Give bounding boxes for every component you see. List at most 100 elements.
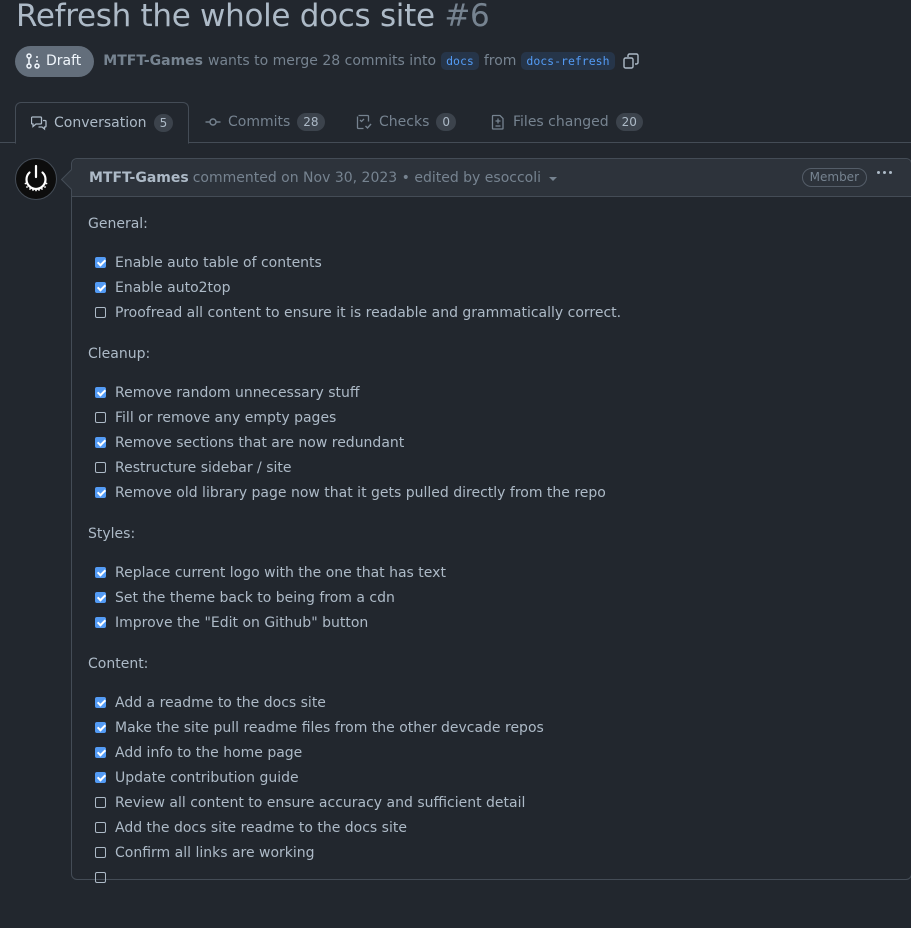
unchecked-checkbox[interactable] (95, 822, 106, 833)
section-title: Cleanup: (88, 346, 151, 362)
tab-label: Files changed (513, 114, 609, 130)
checked-checkbox[interactable] (95, 257, 106, 268)
checked-checkbox[interactable] (95, 722, 106, 733)
task-text: Set the theme back to being from a cdn (115, 589, 395, 606)
task-text: Remove random unnecessary stuff (115, 384, 360, 401)
task-text: Replace current logo with the one that h… (115, 564, 446, 581)
checked-checkbox[interactable] (95, 617, 106, 628)
pr-title: Refresh the whole docs site #6 (16, 0, 490, 34)
task-list-item: Enable auto table of contents (88, 250, 895, 275)
task-list-item: Update contribution guide (88, 765, 895, 790)
task-list-item: Improve the "Edit on Github" button (88, 610, 895, 635)
tab-conversation[interactable]: Conversation 5 (15, 102, 190, 144)
pr-title-text: Refresh the whole docs site (16, 0, 435, 34)
task-text: Remove sections that are now redundant (115, 434, 405, 451)
section-title: General: (88, 216, 148, 232)
copy-icon[interactable] (622, 53, 639, 69)
checked-checkbox[interactable] (95, 387, 106, 398)
comment-body: General: Enable auto table of contents Ena… (72, 197, 911, 928)
task-list-item: Proofread all content to ensure it is re… (88, 300, 895, 325)
merge-info: MTFT-Games wants to merge 28 commits int… (103, 52, 639, 70)
git-pull-request-draft-icon (26, 53, 40, 69)
edit-history-dropdown-icon[interactable] (549, 177, 557, 181)
unchecked-checkbox[interactable] (95, 797, 106, 808)
pr-number: #6 (444, 0, 490, 34)
task-list-item: Remove old library page now that it gets… (88, 480, 895, 505)
task-list-item: Remove random unnecessary stuff (88, 380, 895, 405)
task-list-item (88, 865, 895, 890)
task-list-item: Set the theme back to being from a cdn (88, 585, 895, 610)
task-list-item: Enable auto2top (88, 275, 895, 300)
task-list-item: Make the site pull readme files from the… (88, 715, 895, 740)
tab-counter: 20 (615, 113, 643, 131)
checked-checkbox[interactable] (95, 697, 106, 708)
section-title: Content: (88, 656, 149, 672)
file-diff-icon (490, 114, 506, 130)
task-text: Review all content to ensure accuracy an… (115, 794, 526, 811)
task-text: Restructure sidebar / site (115, 459, 292, 476)
comment-timestamp[interactable]: commented on Nov 30, 2023 • edited by es… (193, 170, 541, 186)
tab-commits[interactable]: Commits 28 (190, 102, 340, 142)
task-list-item: Remove sections that are now redundant (88, 430, 895, 455)
tab-files-changed[interactable]: Files changed 20 (475, 102, 658, 142)
checked-checkbox[interactable] (95, 747, 106, 758)
pr-tabs: Conversation 5 Commits 28 Checks 0 Files… (0, 102, 911, 144)
tab-label: Commits (228, 114, 291, 130)
tab-checks[interactable]: Checks 0 (341, 102, 471, 142)
avatar[interactable] (15, 158, 57, 200)
unchecked-checkbox[interactable] (95, 847, 106, 858)
task-text: Confirm all links are working (115, 844, 315, 861)
task-text: Improve the "Edit on Github" button (115, 614, 369, 631)
checked-checkbox[interactable] (95, 437, 106, 448)
checked-checkbox[interactable] (95, 567, 106, 578)
git-commit-icon (205, 114, 221, 130)
tab-label: Checks (379, 114, 430, 130)
tab-counter: 0 (436, 113, 457, 131)
draft-label: Draft (46, 53, 82, 69)
task-text: Add info to the home page (115, 744, 303, 761)
task-text: Remove old library page now that it gets… (115, 484, 606, 501)
from-text: from (483, 53, 517, 69)
task-text: Enable auto2top (115, 279, 231, 296)
base-branch[interactable]: docs (441, 52, 479, 70)
comment-discussion-icon (31, 115, 47, 131)
task-list-item: Replace current logo with the one that h… (88, 560, 895, 585)
task-text: Make the site pull readme files from the… (115, 719, 544, 736)
head-branch[interactable]: docs-refresh (521, 52, 615, 70)
unchecked-checkbox[interactable] (95, 462, 106, 473)
task-list-item: Restructure sidebar / site (88, 455, 895, 480)
checked-checkbox[interactable] (95, 592, 106, 603)
power-logo-icon (24, 164, 48, 192)
member-badge: Member (801, 168, 867, 187)
task-text: Add a readme to the docs site (115, 694, 326, 711)
draft-state-badge: Draft (15, 45, 95, 77)
task-list-item: Fill or remove any empty pages (88, 405, 895, 430)
task-text: Add the docs site readme to the docs sit… (115, 819, 407, 836)
task-text: Proofread all content to ensure it is re… (115, 304, 622, 321)
task-list: Replace current logo with the one that h… (88, 560, 895, 635)
task-text: Update contribution guide (115, 769, 299, 786)
task-list-item: Add info to the home page (88, 740, 895, 765)
pr-author-link[interactable]: MTFT-Games (103, 53, 203, 69)
tab-counter: 28 (297, 113, 325, 131)
checked-checkbox[interactable] (95, 772, 106, 783)
task-text: Enable auto table of contents (115, 254, 322, 271)
task-list: Add a readme to the docs site Make the si… (88, 690, 895, 890)
merge-text: wants to merge 28 commits into (208, 53, 437, 69)
checked-checkbox[interactable] (95, 487, 106, 498)
unchecked-checkbox[interactable] (95, 872, 106, 883)
unchecked-checkbox[interactable] (95, 307, 106, 318)
task-list-item: Review all content to ensure accuracy an… (88, 790, 895, 815)
unchecked-checkbox[interactable] (95, 412, 106, 423)
task-list: Enable auto table of contents Enable auto… (88, 250, 895, 325)
comment-box: MTFT-Games commented on Nov 30, 2023 • e… (71, 158, 911, 883)
comment-author[interactable]: MTFT-Games (89, 170, 189, 186)
tab-counter: 5 (153, 114, 174, 132)
task-list-item: Add a readme to the docs site (88, 690, 895, 715)
checked-checkbox[interactable] (95, 282, 106, 293)
task-list-item: Confirm all links are working (88, 840, 895, 865)
pr-meta: Draft MTFT-Games wants to merge 28 commi… (15, 45, 639, 77)
checklist-icon (356, 114, 372, 130)
kebab-horizontal-icon[interactable] (877, 171, 892, 174)
section-title: Styles: (88, 526, 136, 542)
